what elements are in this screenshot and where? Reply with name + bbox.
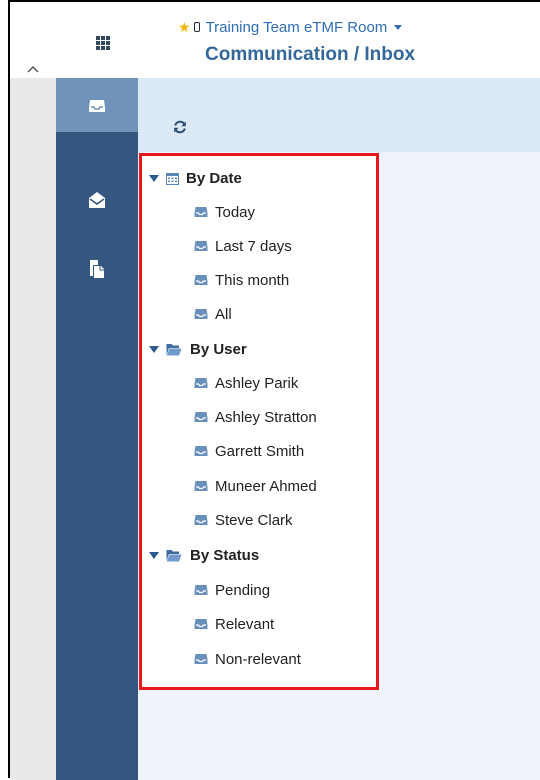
inbox-tray-icon	[89, 99, 105, 112]
tree-item-label: Today	[215, 203, 256, 221]
tree-item-label: Ashley Parik	[215, 374, 299, 392]
tree-item-label: This month	[215, 271, 290, 289]
tree-item-label: Garrett Smith	[215, 442, 305, 460]
inbox-tray-icon	[194, 446, 208, 456]
tree-item-pending[interactable]: Pending	[194, 580, 270, 600]
apps-grid-icon[interactable]	[96, 36, 110, 50]
calendar-icon	[166, 172, 179, 185]
folder-open-icon	[166, 343, 182, 355]
tree-item-label: Relevant	[215, 615, 275, 633]
nav-documents[interactable]	[56, 243, 138, 295]
chevron-down-icon[interactable]	[394, 24, 403, 30]
tree-item-label: Steve Clark	[215, 511, 293, 529]
tree-item-user[interactable]: Muneer Ahmed	[194, 476, 317, 496]
tree-group-label: By Status	[190, 546, 260, 564]
tree-item-user[interactable]: Garrett Smith	[194, 441, 304, 461]
expand-triangle-icon[interactable]	[149, 345, 159, 353]
nav-messages[interactable]	[56, 174, 138, 226]
inbox-tray-icon	[194, 207, 208, 217]
tree-item-user[interactable]: Steve Clark	[194, 510, 293, 530]
tree-group-label: By User	[190, 340, 247, 358]
page-title: Communication / Inbox	[205, 44, 416, 65]
inbox-tray-icon	[194, 412, 208, 422]
tree-item-label: Pending	[215, 581, 271, 599]
nav-inbox[interactable]	[56, 78, 138, 132]
expand-triangle-icon[interactable]	[149, 174, 159, 182]
tree-item-label: Ashley Stratton	[215, 408, 317, 426]
tree-item-today[interactable]: Today	[194, 202, 255, 222]
app-header: ★ Training Team eTMF Room Communication …	[10, 2, 540, 78]
left-gutter	[10, 68, 56, 780]
tree-item-non-relevant[interactable]: Non-relevant	[194, 649, 301, 669]
refresh-icon[interactable]	[173, 120, 187, 134]
icon-navbar	[56, 78, 138, 780]
tree-item-label: Last 7 days	[215, 237, 292, 255]
star-icon[interactable]: ★	[178, 19, 191, 36]
tree-item-all[interactable]: All	[194, 304, 232, 324]
tree-item-relevant[interactable]: Relevant	[194, 614, 274, 634]
envelope-open-icon	[89, 192, 105, 208]
tree-group-by-status[interactable]: By Status	[149, 545, 259, 565]
inbox-tray-icon	[194, 654, 208, 664]
inbox-tray-icon	[194, 515, 208, 525]
inbox-tray-icon	[194, 585, 208, 595]
room-selector[interactable]: ★ Training Team eTMF Room	[178, 18, 403, 36]
mobile-device-icon	[193, 22, 200, 32]
documents-icon	[90, 260, 104, 278]
inbox-tray-icon	[194, 309, 208, 319]
collapse-up-icon[interactable]	[27, 64, 41, 74]
inbox-tray-icon	[194, 241, 208, 251]
inbox-tray-icon	[194, 481, 208, 491]
tree-item-last-7-days[interactable]: Last 7 days	[194, 236, 292, 256]
tree-group-by-user[interactable]: By User	[149, 339, 247, 359]
tree-item-label: Non-relevant	[215, 650, 301, 668]
tree-group-by-date[interactable]: By Date	[149, 168, 242, 188]
inbox-tray-icon	[194, 275, 208, 285]
toolbar	[138, 78, 540, 152]
tree-group-label: By Date	[186, 169, 242, 187]
inbox-tray-icon	[194, 378, 208, 388]
folder-open-icon	[166, 549, 182, 561]
expand-triangle-icon[interactable]	[149, 551, 159, 559]
inbox-tray-icon	[194, 619, 208, 629]
room-name: Training Team eTMF Room	[205, 18, 388, 36]
tree-item-label: All	[215, 305, 232, 323]
tree-item-label: Muneer Ahmed	[215, 477, 317, 495]
tree-item-this-month[interactable]: This month	[194, 270, 289, 290]
tree-item-user[interactable]: Ashley Stratton	[194, 407, 317, 427]
tree-item-user[interactable]: Ashley Parik	[194, 373, 298, 393]
